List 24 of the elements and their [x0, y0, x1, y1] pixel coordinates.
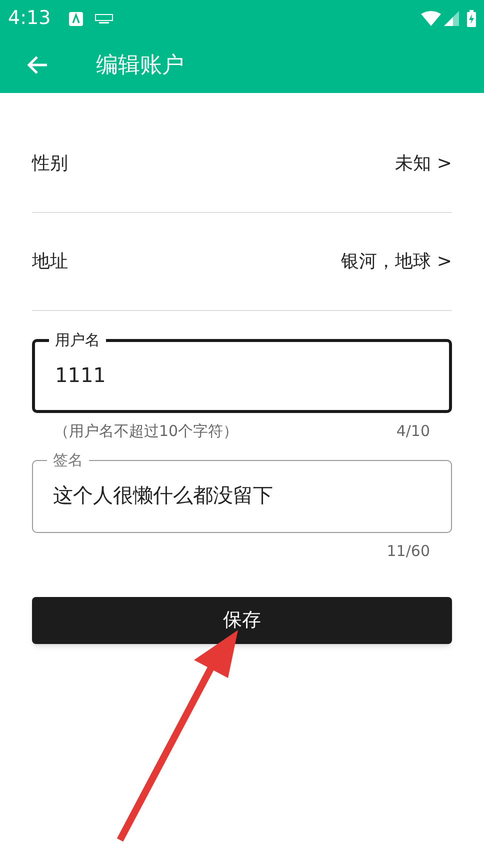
character-counter: 4/10	[396, 420, 430, 442]
field-label: 签名	[52, 451, 84, 469]
save-button[interactable]: 保存	[32, 597, 452, 644]
row-label: 地址	[32, 250, 68, 274]
helper-text: （用户名不超过10个字符）	[54, 420, 238, 442]
text-field[interactable]: 用户名 1111	[32, 331, 452, 413]
keyboard-icon	[94, 14, 113, 24]
toolbar-title: 编辑账户	[96, 52, 184, 80]
settings-row[interactable]: 地址 银河，地球 >	[32, 213, 452, 311]
keyboard-app-icon	[68, 12, 83, 26]
text-field[interactable]: 签名 这个人很懒什么都没留下	[32, 451, 452, 533]
character-counter: 11/60	[386, 540, 430, 562]
field-label: 用户名	[54, 331, 101, 349]
battery-charging-icon	[467, 10, 476, 27]
back-arrow-icon	[26, 55, 48, 75]
row-value: 银河，地球 >	[341, 250, 452, 274]
field-value: 这个人很懒什么都没留下	[53, 482, 273, 509]
wifi-icon	[421, 11, 441, 26]
status-time: 4:13	[8, 6, 51, 32]
field-value: 1111	[55, 362, 106, 389]
row-value: 未知 >	[395, 152, 452, 176]
signal-icon	[444, 11, 459, 26]
settings-row[interactable]: 性别 未知 >	[32, 115, 452, 213]
row-label: 性别	[32, 152, 68, 176]
